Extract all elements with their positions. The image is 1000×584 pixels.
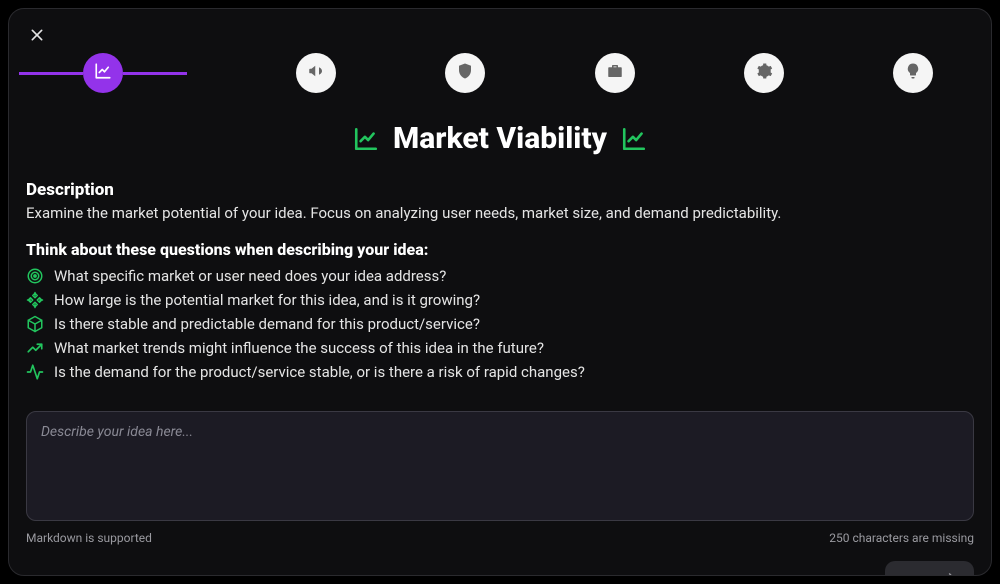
description-label: Description bbox=[26, 180, 974, 200]
question-item: Is the demand for the product/service st… bbox=[26, 363, 974, 381]
page-title-row: Market Viability bbox=[26, 121, 974, 156]
trending-up-icon bbox=[26, 339, 44, 357]
step-4[interactable] bbox=[595, 53, 635, 93]
chart-line-icon bbox=[621, 126, 647, 152]
question-text: What market trends might influence the s… bbox=[54, 339, 544, 357]
step-3[interactable] bbox=[445, 53, 485, 93]
char-count-hint: 250 characters are missing bbox=[829, 531, 974, 545]
question-item: Is there stable and predictable demand f… bbox=[26, 315, 974, 333]
close-button[interactable] bbox=[19, 19, 55, 55]
step-1[interactable] bbox=[83, 53, 123, 93]
lightbulb-icon bbox=[904, 62, 922, 84]
cube-icon bbox=[26, 315, 44, 333]
activity-icon bbox=[26, 363, 44, 381]
arrow-right-icon bbox=[942, 571, 956, 576]
expand-icon bbox=[26, 291, 44, 309]
step-2[interactable] bbox=[296, 53, 336, 93]
markdown-hint: Markdown is supported bbox=[26, 531, 152, 545]
bullhorn-icon bbox=[307, 62, 325, 84]
page-title: Market Viability bbox=[393, 121, 607, 156]
question-text: What specific market or user need does y… bbox=[54, 267, 446, 285]
question-text: How large is the potential market for th… bbox=[54, 291, 480, 309]
briefcase-icon bbox=[606, 62, 624, 84]
questions-label: Think about these questions when describ… bbox=[26, 240, 974, 259]
idea-textarea[interactable] bbox=[26, 411, 974, 521]
step-line bbox=[123, 72, 187, 75]
gear-icon bbox=[755, 62, 773, 84]
step-5[interactable] bbox=[744, 53, 784, 93]
question-text: Is there stable and predictable demand f… bbox=[54, 315, 480, 333]
question-text: Is the demand for the product/service st… bbox=[54, 363, 585, 381]
step-6[interactable] bbox=[893, 53, 933, 93]
close-icon bbox=[29, 27, 45, 47]
shield-icon bbox=[456, 62, 474, 84]
wizard-modal: Market Viability Description Examine the… bbox=[8, 8, 992, 576]
step-line bbox=[19, 72, 83, 75]
target-icon bbox=[26, 267, 44, 285]
next-button-label: Next bbox=[903, 572, 936, 577]
chart-line-icon bbox=[94, 62, 112, 84]
chart-line-icon bbox=[353, 126, 379, 152]
description-text: Examine the market potential of your ide… bbox=[26, 204, 974, 222]
stepper bbox=[9, 53, 991, 93]
question-item: How large is the potential market for th… bbox=[26, 291, 974, 309]
questions-list: What specific market or user need does y… bbox=[26, 267, 974, 387]
next-button[interactable]: Next bbox=[885, 561, 974, 576]
step-line bbox=[933, 72, 981, 75]
question-item: What specific market or user need does y… bbox=[26, 267, 974, 285]
question-item: What market trends might influence the s… bbox=[26, 339, 974, 357]
